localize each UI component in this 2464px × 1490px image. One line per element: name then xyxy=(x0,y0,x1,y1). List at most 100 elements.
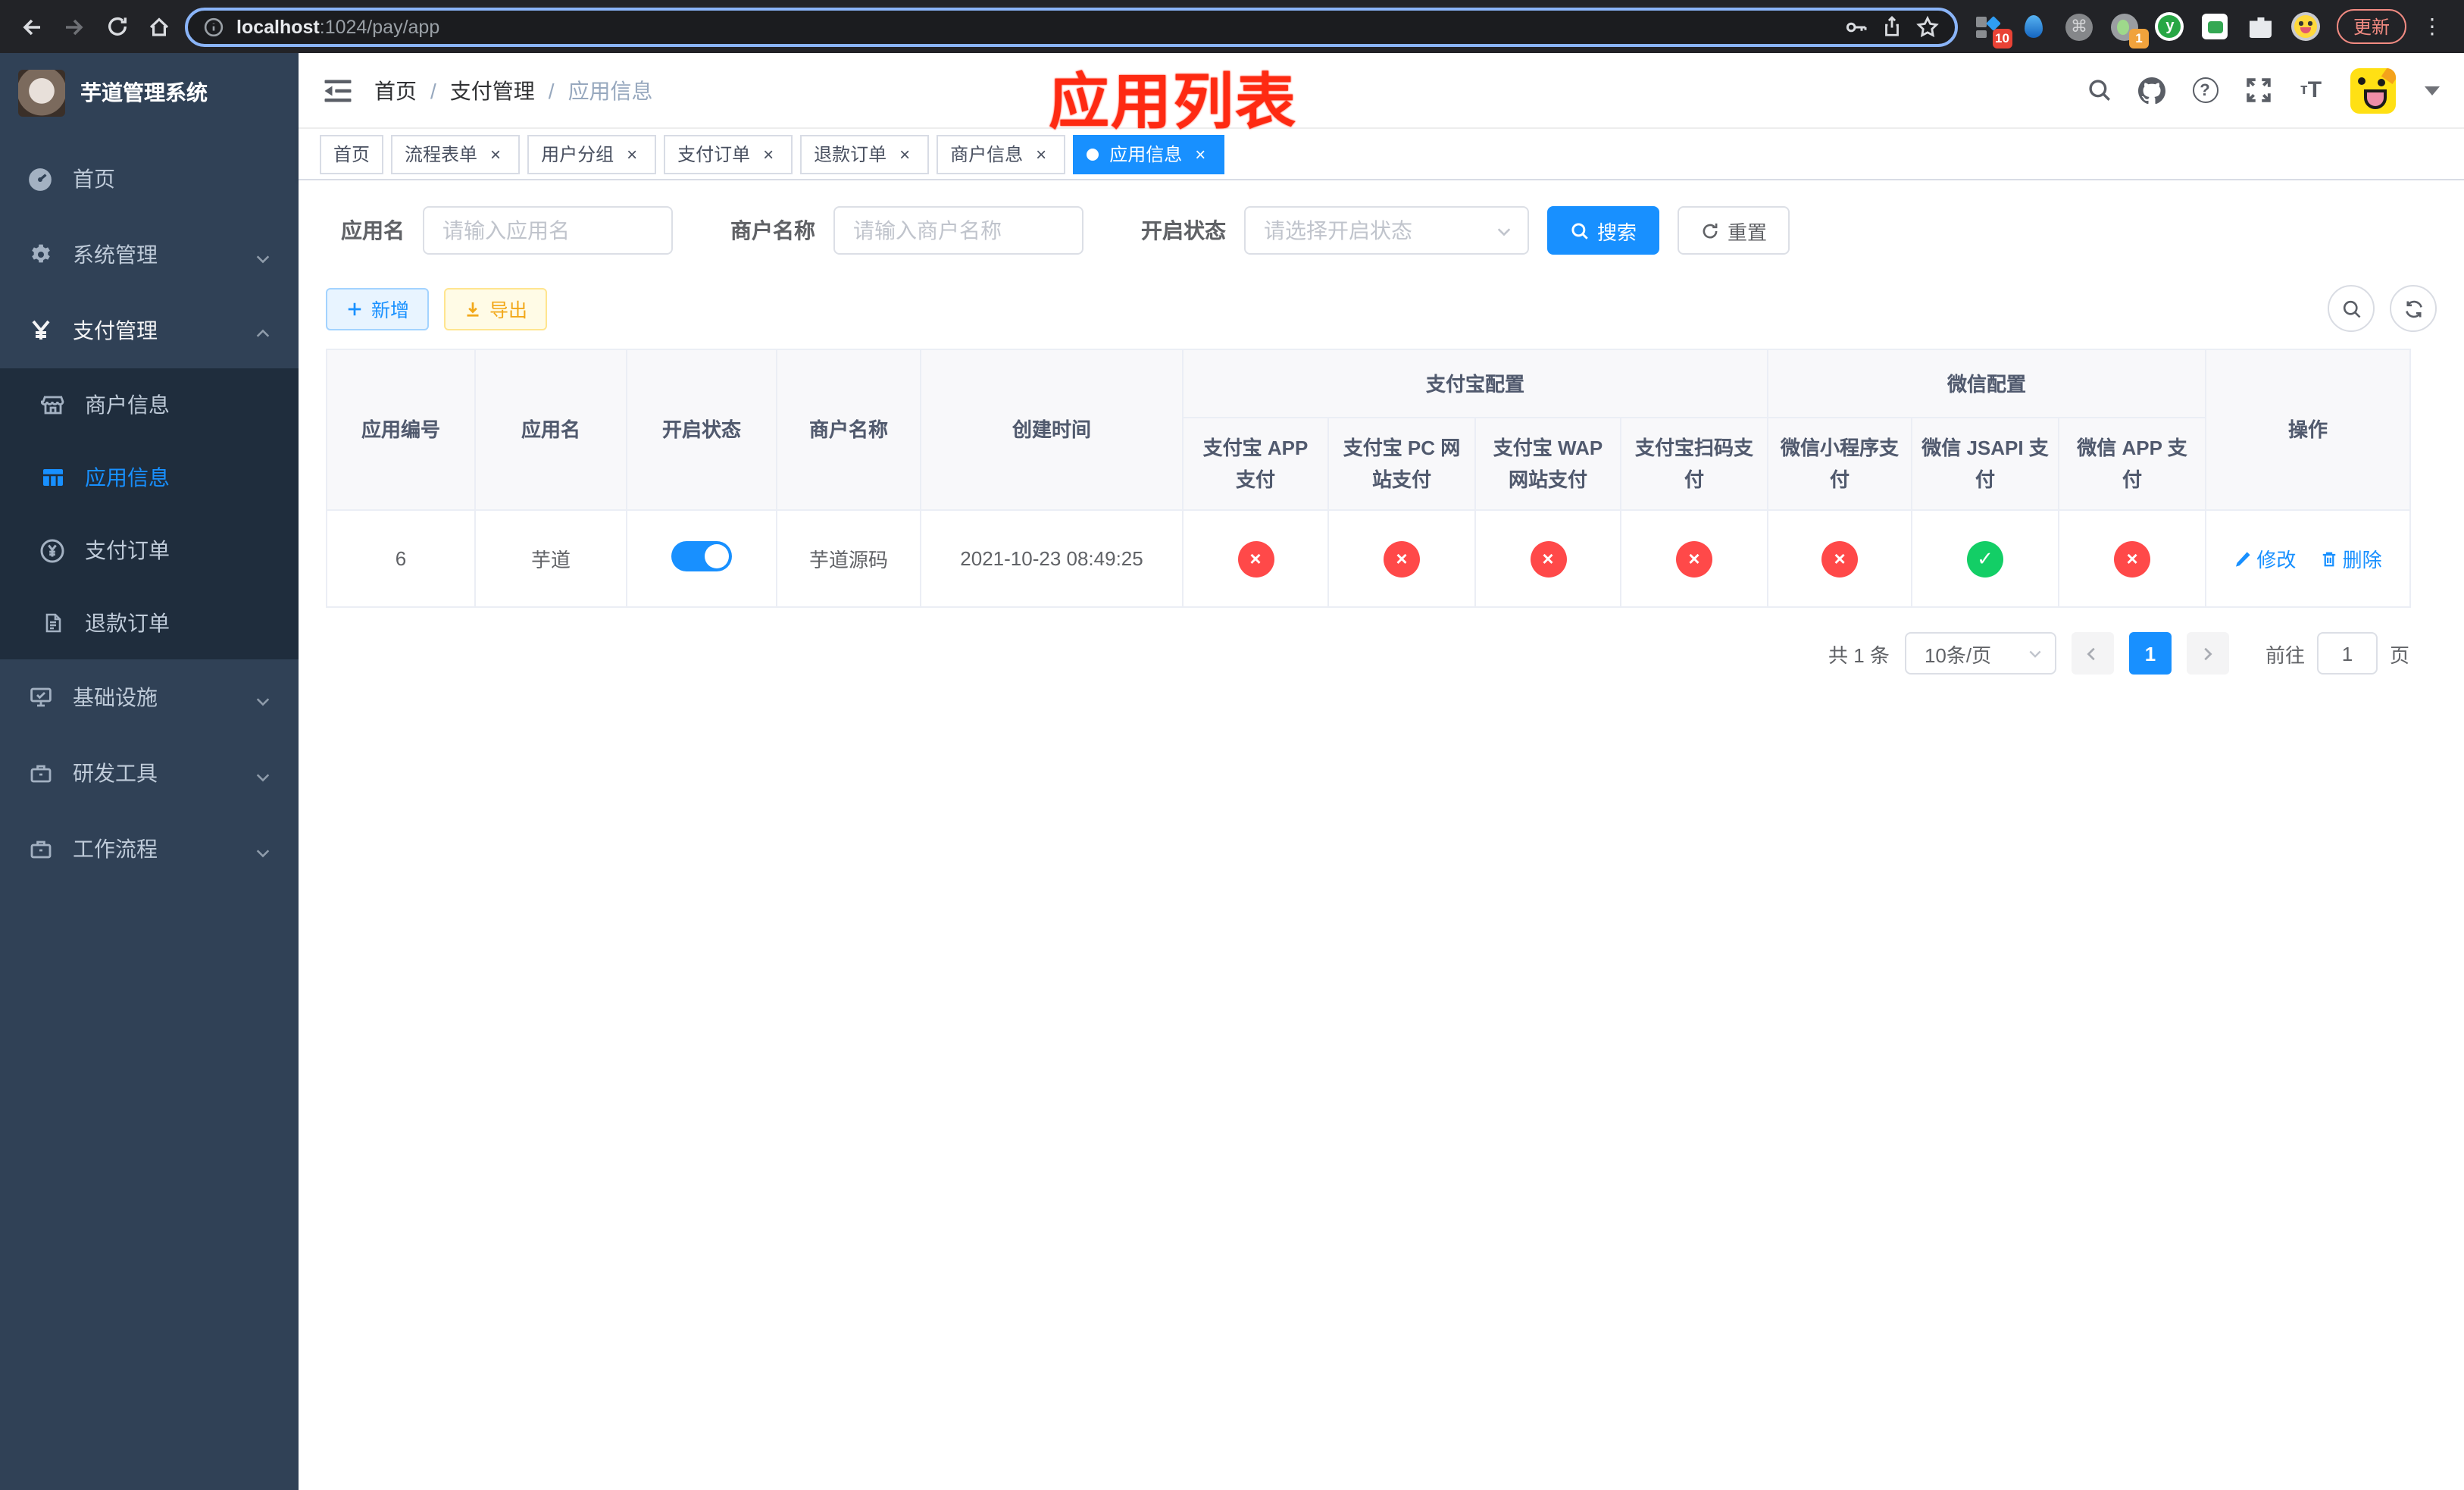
col-enabled: 开启状态 xyxy=(626,349,777,511)
cell-actions: 修改 删除 xyxy=(2205,509,2412,608)
close-icon[interactable]: × xyxy=(485,143,506,164)
add-button[interactable]: 新增 xyxy=(326,287,430,330)
url-bar[interactable]: localhost:1024/pay/app xyxy=(185,7,1958,46)
sidebar-item-home[interactable]: 首页 xyxy=(0,141,299,217)
grid-icon xyxy=(39,465,65,490)
home-icon[interactable] xyxy=(142,10,176,43)
forward-icon[interactable] xyxy=(58,10,91,43)
emoji-extension-icon[interactable] xyxy=(2291,11,2322,42)
tab-home[interactable]: 首页 xyxy=(320,134,384,174)
chevron-down-icon xyxy=(1497,227,1511,236)
reset-button[interactable]: 重置 xyxy=(1678,206,1790,255)
tab-merchant-info[interactable]: 商户信息 × xyxy=(937,134,1066,174)
merchant-name-input[interactable] xyxy=(833,206,1083,255)
chat-extension-icon[interactable] xyxy=(2200,11,2231,42)
edit-link[interactable]: 修改 xyxy=(2234,544,2296,573)
sidebar-item-merchant-info[interactable]: 商户信息 xyxy=(0,368,299,441)
close-icon[interactable]: × xyxy=(1030,143,1052,164)
chevron-down-icon xyxy=(2029,650,2041,658)
toolbox-icon xyxy=(27,760,53,786)
pagination: 共 1 条 10条/页 1 前往 页 xyxy=(326,632,2409,675)
delete-link[interactable]: 删除 xyxy=(2320,544,2382,573)
app-table: 应用编号 应用名 开启状态 商户名称 创建时间 支付宝配置 微信配置 操作 支付… xyxy=(326,349,2412,608)
sidebar-item-system[interactable]: 系统管理 xyxy=(0,217,299,293)
tags-view-bar: 首页 流程表单 × 用户分组 × 支付订单 × 退款订单 × 商户信息 × 应用信息 × xyxy=(299,129,2464,180)
close-icon[interactable]: × xyxy=(758,143,779,164)
sidebar-item-pay-orders[interactable]: 支付订单 xyxy=(0,514,299,587)
status-select[interactable]: 请选择开启状态 xyxy=(1244,206,1529,255)
avatar[interactable] xyxy=(2350,67,2396,113)
share-icon[interactable] xyxy=(1881,15,1903,38)
help-icon[interactable]: ? xyxy=(2191,77,2219,104)
goto-page-input[interactable] xyxy=(2316,632,2378,675)
status-wx-jsapi: ✓ xyxy=(1967,540,2004,577)
sidebar-item-app-info[interactable]: 应用信息 xyxy=(0,441,299,514)
app-name-input[interactable] xyxy=(423,206,673,255)
group-wechat-config: 微信配置 xyxy=(1767,349,2207,418)
browser-update-button[interactable]: 更新 xyxy=(2336,9,2406,44)
navbar-actions: ? тT xyxy=(2085,67,2440,113)
status-wx-app: × xyxy=(2114,540,2151,577)
chevron-down-icon xyxy=(255,840,271,857)
app-title: 芋道管理系统 xyxy=(80,80,208,105)
font-size-icon[interactable]: тT xyxy=(2297,77,2325,104)
close-icon[interactable]: × xyxy=(1190,143,1211,164)
sidebar-item-workflow[interactable]: 工作流程 xyxy=(0,811,299,887)
pin-extension-icon[interactable] xyxy=(2018,11,2049,42)
enabled-toggle[interactable] xyxy=(671,541,732,571)
next-page-button[interactable] xyxy=(2186,632,2229,675)
col-alipay-scan: 支付宝扫码支付 xyxy=(1619,417,1769,511)
toggle-search-button[interactable] xyxy=(2328,285,2375,332)
password-key-icon[interactable] xyxy=(1844,14,1868,39)
sidebar-item-refund-orders[interactable]: 退款订单 xyxy=(0,587,299,659)
page-size-select[interactable]: 10条/页 xyxy=(1904,632,2056,675)
url-text[interactable]: localhost:1024/pay/app xyxy=(236,16,439,37)
command-extension-icon[interactable]: ⌘ xyxy=(2064,11,2094,42)
tab-refund-orders[interactable]: 退款订单 × xyxy=(800,134,930,174)
tab-process-form[interactable]: 流程表单 × xyxy=(391,134,521,174)
extensions-puzzle-icon[interactable] xyxy=(2246,11,2276,42)
fullscreen-icon[interactable] xyxy=(2244,77,2272,104)
app-name-label: 应用名 xyxy=(341,218,405,243)
reload-icon[interactable] xyxy=(100,10,133,43)
y-extension-icon[interactable]: y xyxy=(2155,11,2185,42)
sidebar-logo[interactable]: 芋道管理系统 xyxy=(0,53,299,132)
top-navbar: 首页 / 支付管理 / 应用信息 ? т T xyxy=(299,53,2464,129)
back-icon[interactable] xyxy=(15,10,48,43)
pagination-total: 共 1 条 xyxy=(1828,643,1890,666)
refresh-table-button[interactable] xyxy=(2390,285,2437,332)
avatar-caret-icon[interactable] xyxy=(2425,86,2440,95)
merchant-name-label: 商户名称 xyxy=(730,218,815,243)
search-button[interactable]: 搜索 xyxy=(1547,206,1660,255)
github-icon[interactable] xyxy=(2138,77,2165,104)
col-created: 创建时间 xyxy=(920,349,1184,511)
tab-pay-orders[interactable]: 支付订单 × xyxy=(664,134,793,174)
browser-toolbar: localhost:1024/pay/app 10 ⌘ 1 y 更新 ⋮ xyxy=(0,0,2464,53)
close-icon[interactable]: × xyxy=(621,143,643,164)
cell-created: 2021-10-23 08:49:25 xyxy=(920,509,1184,608)
collapse-sidebar-icon[interactable] xyxy=(323,75,353,105)
recorder-extension-icon[interactable]: 1 xyxy=(2109,11,2149,48)
bookmark-star-icon[interactable] xyxy=(1915,14,1940,39)
refresh-icon xyxy=(1703,222,1718,238)
chevron-up-icon xyxy=(255,322,271,339)
search-icon[interactable] xyxy=(2085,77,2112,104)
screenshot-extension-icon[interactable]: 10 xyxy=(1973,11,2012,48)
site-info-icon[interactable] xyxy=(203,16,224,37)
browser-menu-icon[interactable]: ⋮ xyxy=(2422,14,2443,39)
screen: localhost:1024/pay/app 10 ⌘ 1 y 更新 ⋮ 芋道管… xyxy=(0,0,2464,1490)
tab-user-group[interactable]: 用户分组 × xyxy=(527,134,657,174)
page-number-1[interactable]: 1 xyxy=(2128,632,2172,675)
sidebar-item-payment[interactable]: 支付管理 xyxy=(0,293,299,368)
export-button[interactable]: 导出 xyxy=(444,287,548,330)
prev-page-button[interactable] xyxy=(2071,632,2114,675)
col-wx-app: 微信 APP 支付 xyxy=(2058,417,2207,511)
table-toolbar: 新增 导出 xyxy=(326,285,2437,332)
sidebar-item-infrastructure[interactable]: 基础设施 xyxy=(0,659,299,735)
close-icon[interactable]: × xyxy=(894,143,915,164)
sidebar-item-dev-tools[interactable]: 研发工具 xyxy=(0,735,299,811)
breadcrumb-home[interactable]: 首页 xyxy=(374,75,417,105)
table-row: 6 芋道 芋道源码 2021-10-23 08:49:25 × × × × × xyxy=(326,509,2412,608)
breadcrumb-payment[interactable]: 支付管理 xyxy=(450,75,535,105)
search-icon xyxy=(1571,222,1588,239)
